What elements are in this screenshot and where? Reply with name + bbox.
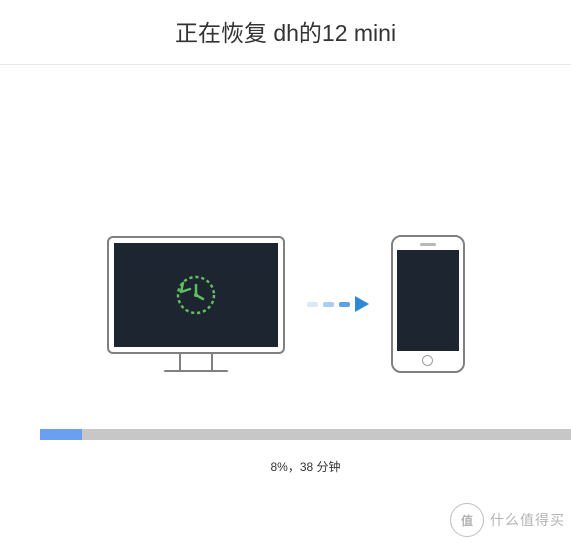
phone-speaker (420, 243, 436, 246)
time-machine-backup-icon (174, 273, 218, 317)
arrow-head (355, 296, 369, 312)
watermark: 值 什么值得买 (450, 503, 565, 537)
monitor-frame (107, 236, 285, 354)
monitor-base (164, 370, 228, 372)
header: 正在恢复 dh的12 mini (0, 0, 571, 65)
phone-screen (397, 250, 459, 351)
watermark-text: 什么值得买 (490, 510, 565, 530)
progress-section: 8%，38 分钟 (40, 429, 571, 475)
transfer-arrow-icon (307, 296, 369, 312)
arrow-dash (307, 302, 318, 307)
monitor-stand (179, 354, 213, 370)
progress-bar (40, 429, 571, 440)
computer-icon (107, 236, 285, 372)
arrow-dash (323, 302, 334, 307)
watermark-badge-icon: 值 (450, 503, 484, 537)
page-title: 正在恢复 dh的12 mini (0, 14, 571, 48)
phone-home-button (422, 355, 433, 366)
transfer-illustration (0, 65, 571, 373)
iphone-icon (391, 235, 465, 373)
progress-status-text: 8%，38 分钟 (40, 458, 571, 475)
monitor-screen (114, 243, 278, 347)
progress-fill (40, 429, 82, 440)
arrow-dash (339, 302, 350, 307)
